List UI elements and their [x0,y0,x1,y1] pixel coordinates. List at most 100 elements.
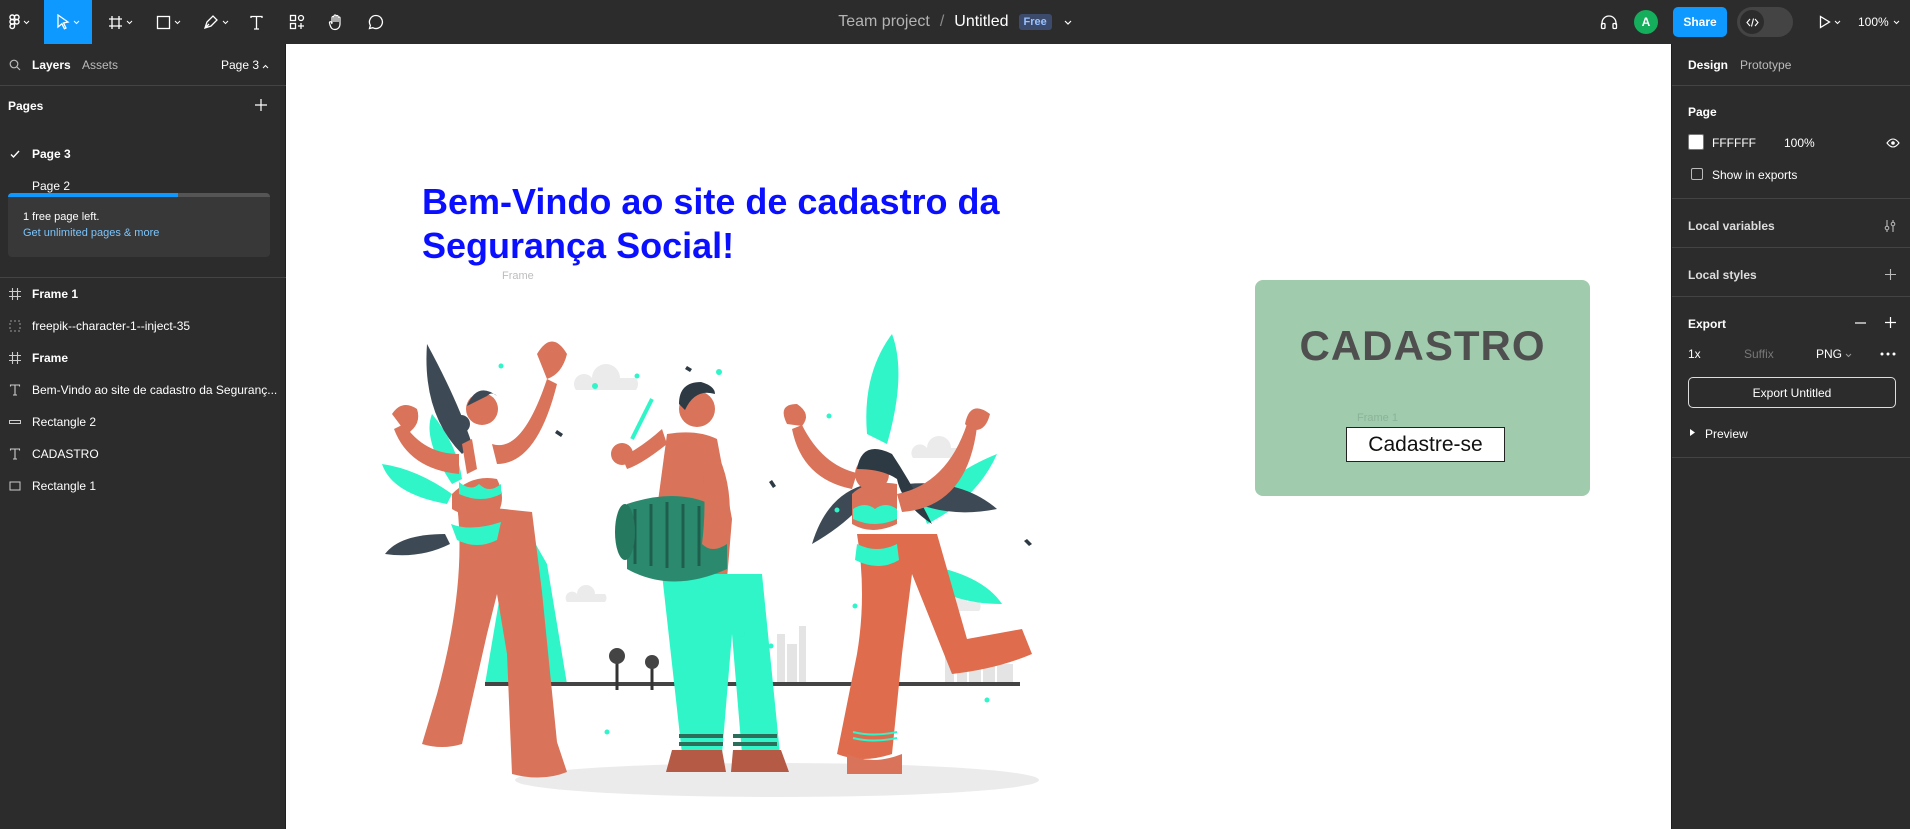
design-canvas[interactable]: Bem-Vindo ao site de cadastro da Seguran… [287,44,1671,829]
present-button[interactable] [1814,0,1846,44]
layer-row[interactable]: freepik--character-1--inject-35 [0,310,286,342]
layer-row[interactable]: Frame [0,342,286,374]
layer-row[interactable]: Bem-Vindo ao site de cadastro da Seguran… [0,374,286,406]
dancer-right [783,334,1032,774]
resources-tool-button[interactable] [286,0,308,44]
local-variables-title[interactable]: Local variables [1688,219,1775,233]
share-button[interactable]: Share [1673,7,1727,37]
cadastre-se-button[interactable]: Cadastre-se [1346,427,1505,462]
drummer [611,382,789,772]
preview-toggle[interactable]: Preview [1705,427,1748,441]
pen-tool-button[interactable] [198,0,234,44]
dev-mode-knob [1740,10,1764,34]
file-name[interactable]: Untitled [954,13,1008,31]
text-icon [9,384,21,396]
layer-name: Rectangle 1 [32,479,97,493]
eye-icon[interactable] [1886,138,1900,148]
page-name: Page 2 [32,179,71,193]
pages-heading: Pages [8,99,44,113]
text-tool-button[interactable] [244,0,268,44]
carnival-illustration[interactable] [367,294,1067,814]
main-menu-button[interactable] [4,0,34,44]
more-options-icon[interactable] [1880,352,1896,356]
chevron-down-icon [73,20,80,24]
show-in-exports-label: Show in exports [1712,168,1798,182]
comment-tool-button[interactable] [364,0,388,44]
cursor-arrow-icon [57,14,70,30]
checkmark-icon [10,150,20,159]
pages-usage-fill [8,193,179,197]
welcome-heading[interactable]: Bem-Vindo ao site de cadastro da Seguran… [422,180,1042,268]
hand-tool-button[interactable] [324,0,348,44]
hand-icon [328,13,341,30]
add-style-icon[interactable] [1885,269,1896,280]
section-divider [1672,247,1910,248]
show-in-exports-checkbox[interactable] [1691,168,1703,180]
code-icon [1745,17,1759,27]
local-styles-title[interactable]: Local styles [1688,268,1757,282]
dev-mode-toggle[interactable] [1737,7,1793,37]
group-icon [9,320,21,332]
section-divider [1672,296,1910,297]
caret-right-icon[interactable] [1690,429,1695,436]
chevron-down-icon [1834,20,1841,24]
line-icon [9,420,21,424]
cadastro-title[interactable]: CADASTRO [1255,322,1590,370]
remove-export-icon[interactable] [1855,322,1866,324]
layer-row[interactable]: Rectangle 2 [0,406,286,438]
team-name[interactable]: Team project [838,13,930,31]
tab-design[interactable]: Design [1688,58,1728,72]
tab-layers[interactable]: Layers [32,58,71,72]
cadastro-card[interactable]: CADASTRO Frame 1 Cadastre-se [1255,280,1590,496]
breadcrumb-separator: / [939,13,945,30]
page-color-swatch[interactable] [1688,134,1704,150]
add-export-icon[interactable] [1885,317,1896,328]
chevron-down-icon [1893,20,1900,24]
play-icon [1819,15,1831,29]
frame-icon [9,288,21,300]
layer-name: CADASTRO [32,447,99,461]
upsell-link[interactable]: Get unlimited pages & more [23,227,159,239]
layer-row[interactable]: Rectangle 1 [0,470,286,502]
frame-icon [9,352,21,364]
layer-row[interactable]: Frame 1 [0,278,286,310]
right-panel-tabs: Design Prototype [1672,44,1910,86]
add-page-icon[interactable] [255,99,267,111]
export-format-select[interactable]: PNG [1816,347,1852,361]
frame-tool-button[interactable] [102,0,138,44]
upsell-message: 1 free page left. [23,211,100,223]
frame1-label[interactable]: Frame 1 [1357,412,1398,424]
tab-prototype[interactable]: Prototype [1740,58,1791,72]
page-name: Page 3 [32,147,71,161]
chevron-down-icon [222,20,229,24]
section-divider [1672,198,1910,199]
left-panel: Layers Assets Page 3 Pages Page 3 Page 2… [0,44,286,829]
export-scale[interactable]: 1x [1688,347,1701,361]
export-suffix-input[interactable]: Suffix [1744,347,1774,361]
move-tool-button[interactable] [44,0,92,44]
chevron-down-icon[interactable] [1064,20,1072,25]
export-section-title: Export [1688,317,1727,331]
frame-label[interactable]: Frame [502,270,534,282]
page-selector[interactable]: Page 3 [221,58,269,72]
tab-assets[interactable]: Assets [82,58,118,72]
pen-icon [203,15,218,30]
export-button[interactable]: Export Untitled [1688,377,1896,408]
shape-tool-button[interactable] [150,0,186,44]
page-opacity-value[interactable]: 100% [1784,136,1815,150]
layer-row[interactable]: CADASTRO [0,438,286,470]
audio-button[interactable] [1598,0,1620,44]
zoom-dropdown[interactable]: 100% [1858,0,1900,44]
page-item-page-3[interactable]: Page 3 [0,138,286,170]
search-icon[interactable] [9,59,21,71]
variables-settings-icon[interactable] [1883,219,1897,233]
components-grid-icon [289,14,305,30]
page-color-value[interactable]: FFFFFF [1712,136,1756,150]
chevron-down-icon [174,20,180,24]
avatar[interactable]: A [1634,10,1658,34]
plan-badge[interactable]: Free [1018,14,1052,30]
left-panel-tabs: Layers Assets Page 3 [0,44,286,86]
chevron-down-icon [126,20,132,24]
comment-bubble-icon [368,14,384,30]
top-toolbar: Team project / Untitled Free A Share 100… [0,0,1910,44]
